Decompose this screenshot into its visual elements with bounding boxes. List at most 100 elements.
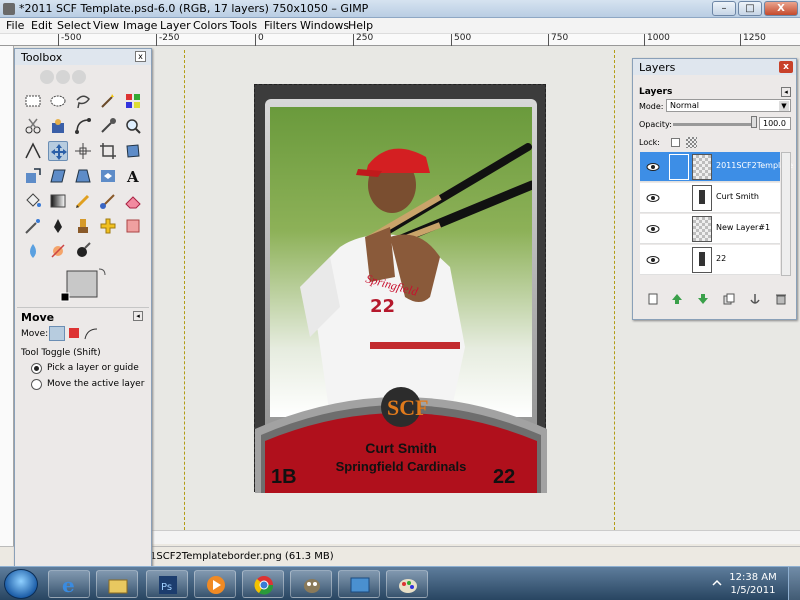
- ink-icon[interactable]: [48, 216, 68, 236]
- layers-menu-icon[interactable]: ◂: [781, 87, 791, 97]
- opacity-slider-handle[interactable]: [751, 116, 757, 128]
- heal-icon[interactable]: [98, 216, 118, 236]
- rect-select-icon[interactable]: [23, 91, 43, 111]
- paintbrush-icon[interactable]: [98, 191, 118, 211]
- baseball-card[interactable]: Springfield 22 SCF Curt Smith Springfiel…: [254, 84, 547, 493]
- anchor-layer-icon[interactable]: [749, 293, 761, 305]
- menu-layer[interactable]: Layer: [160, 19, 191, 32]
- layer-row[interactable]: 2011SCF2Template: [640, 152, 793, 182]
- toolbox-close-button[interactable]: x: [135, 51, 146, 62]
- menu-tools[interactable]: Tools: [230, 19, 257, 32]
- move-selection-mode-icon[interactable]: [69, 328, 79, 338]
- taskbar-explorer-button[interactable]: [96, 570, 138, 598]
- crop-icon[interactable]: [98, 141, 118, 161]
- menu-edit[interactable]: Edit: [31, 19, 52, 32]
- layer-thumbnail[interactable]: [692, 154, 712, 180]
- select-by-color-icon[interactable]: [123, 91, 143, 111]
- radio-move-active-layer[interactable]: [31, 379, 42, 390]
- menu-colors[interactable]: Colors: [193, 19, 227, 32]
- rotate-icon[interactable]: [123, 141, 143, 161]
- blend-icon[interactable]: [48, 191, 68, 211]
- airbrush-icon[interactable]: [23, 216, 43, 236]
- pencil-icon[interactable]: [73, 191, 93, 211]
- lower-layer-icon[interactable]: [697, 293, 709, 305]
- taskbar-ie-button[interactable]: e: [48, 570, 90, 598]
- layers-scrollbar[interactable]: [781, 152, 791, 276]
- dodge-burn-icon[interactable]: [73, 241, 93, 261]
- delete-layer-icon[interactable]: [775, 293, 787, 305]
- layers-close-button[interactable]: x: [779, 61, 793, 73]
- system-clock[interactable]: 12:38 AM 1/5/2011: [724, 571, 782, 597]
- layer-row[interactable]: New Layer#1: [640, 214, 780, 244]
- layer-thumbnail[interactable]: [692, 185, 712, 211]
- color-picker-icon[interactable]: [98, 116, 118, 136]
- layers-header[interactable]: Layers x: [633, 59, 796, 75]
- perspective-icon[interactable]: [73, 166, 93, 186]
- paths-icon[interactable]: [73, 116, 93, 136]
- eye-icon[interactable]: [646, 223, 660, 235]
- taskbar-image-viewer-button[interactable]: [338, 570, 380, 598]
- menu-help[interactable]: Help: [348, 19, 373, 32]
- maximize-button[interactable]: □: [738, 1, 762, 16]
- mode-dropdown[interactable]: Normal ▼: [666, 99, 791, 112]
- scissors-icon[interactable]: [23, 116, 43, 136]
- vertical-ruler[interactable]: [0, 46, 14, 546]
- taskbar-chrome-button[interactable]: [242, 570, 284, 598]
- radio-pick-layer[interactable]: [31, 363, 42, 374]
- opacity-input[interactable]: 100.0: [759, 117, 791, 130]
- layer-mask-thumbnail[interactable]: [669, 154, 689, 180]
- scale-icon[interactable]: [23, 166, 43, 186]
- measure-icon[interactable]: [23, 141, 43, 161]
- layer-thumbnail[interactable]: [692, 247, 712, 273]
- lasso-icon[interactable]: [73, 91, 93, 111]
- menu-select[interactable]: Select: [57, 19, 91, 32]
- toolbox-header[interactable]: Toolbox x: [15, 49, 151, 65]
- smudge-icon[interactable]: [48, 241, 68, 261]
- layer-row[interactable]: 22: [640, 245, 780, 275]
- eraser-icon[interactable]: [123, 191, 143, 211]
- menu-view[interactable]: View: [93, 19, 119, 32]
- lock-alpha-icon[interactable]: [686, 137, 697, 148]
- clone-icon[interactable]: [73, 216, 93, 236]
- close-button[interactable]: X: [764, 1, 798, 16]
- horizontal-ruler[interactable]: -500 -250 0 250 500 750 1000 1250: [0, 33, 800, 46]
- blur-icon[interactable]: [23, 241, 43, 261]
- minimize-button[interactable]: –: [712, 1, 736, 16]
- show-desktop-button[interactable]: [788, 567, 800, 600]
- menu-image[interactable]: Image: [123, 19, 157, 32]
- eye-icon[interactable]: [646, 161, 660, 173]
- bucket-fill-icon[interactable]: [23, 191, 43, 211]
- menu-windows[interactable]: Windows: [300, 19, 349, 32]
- move-layer-mode-icon[interactable]: [49, 326, 65, 341]
- show-hidden-icons-icon[interactable]: [712, 578, 722, 588]
- taskbar-photoshop-button[interactable]: Ps: [146, 570, 188, 598]
- tool-options-menu-icon[interactable]: ◂: [133, 311, 143, 321]
- text-tool-icon[interactable]: A: [123, 166, 143, 186]
- taskbar-paint-button[interactable]: [386, 570, 428, 598]
- move-tool-icon[interactable]: [48, 141, 68, 161]
- eye-icon[interactable]: [646, 254, 660, 266]
- menu-file[interactable]: File: [6, 19, 24, 32]
- duplicate-layer-icon[interactable]: [723, 293, 735, 305]
- foreground-select-icon[interactable]: [48, 116, 68, 136]
- ellipse-select-icon[interactable]: [48, 91, 68, 111]
- fuzzy-select-icon[interactable]: [98, 91, 118, 111]
- color-swatches[interactable]: [59, 267, 109, 307]
- start-button[interactable]: [4, 569, 38, 599]
- align-icon[interactable]: [73, 141, 93, 161]
- new-layer-icon[interactable]: [647, 293, 659, 305]
- move-path-mode-icon[interactable]: [83, 326, 99, 341]
- guide-line-right[interactable]: [614, 50, 615, 530]
- opacity-slider[interactable]: [673, 123, 753, 126]
- eye-icon[interactable]: [646, 192, 660, 204]
- taskbar-media-button[interactable]: [194, 570, 236, 598]
- perspective-clone-icon[interactable]: [123, 216, 143, 236]
- shear-icon[interactable]: [48, 166, 68, 186]
- lock-pixels-checkbox[interactable]: [671, 138, 680, 147]
- guide-line-left[interactable]: [184, 50, 185, 530]
- layer-row[interactable]: Curt Smith: [640, 183, 780, 213]
- zoom-icon[interactable]: [123, 116, 143, 136]
- layer-thumbnail[interactable]: [692, 216, 712, 242]
- raise-layer-icon[interactable]: [671, 293, 683, 305]
- flip-icon[interactable]: [98, 166, 118, 186]
